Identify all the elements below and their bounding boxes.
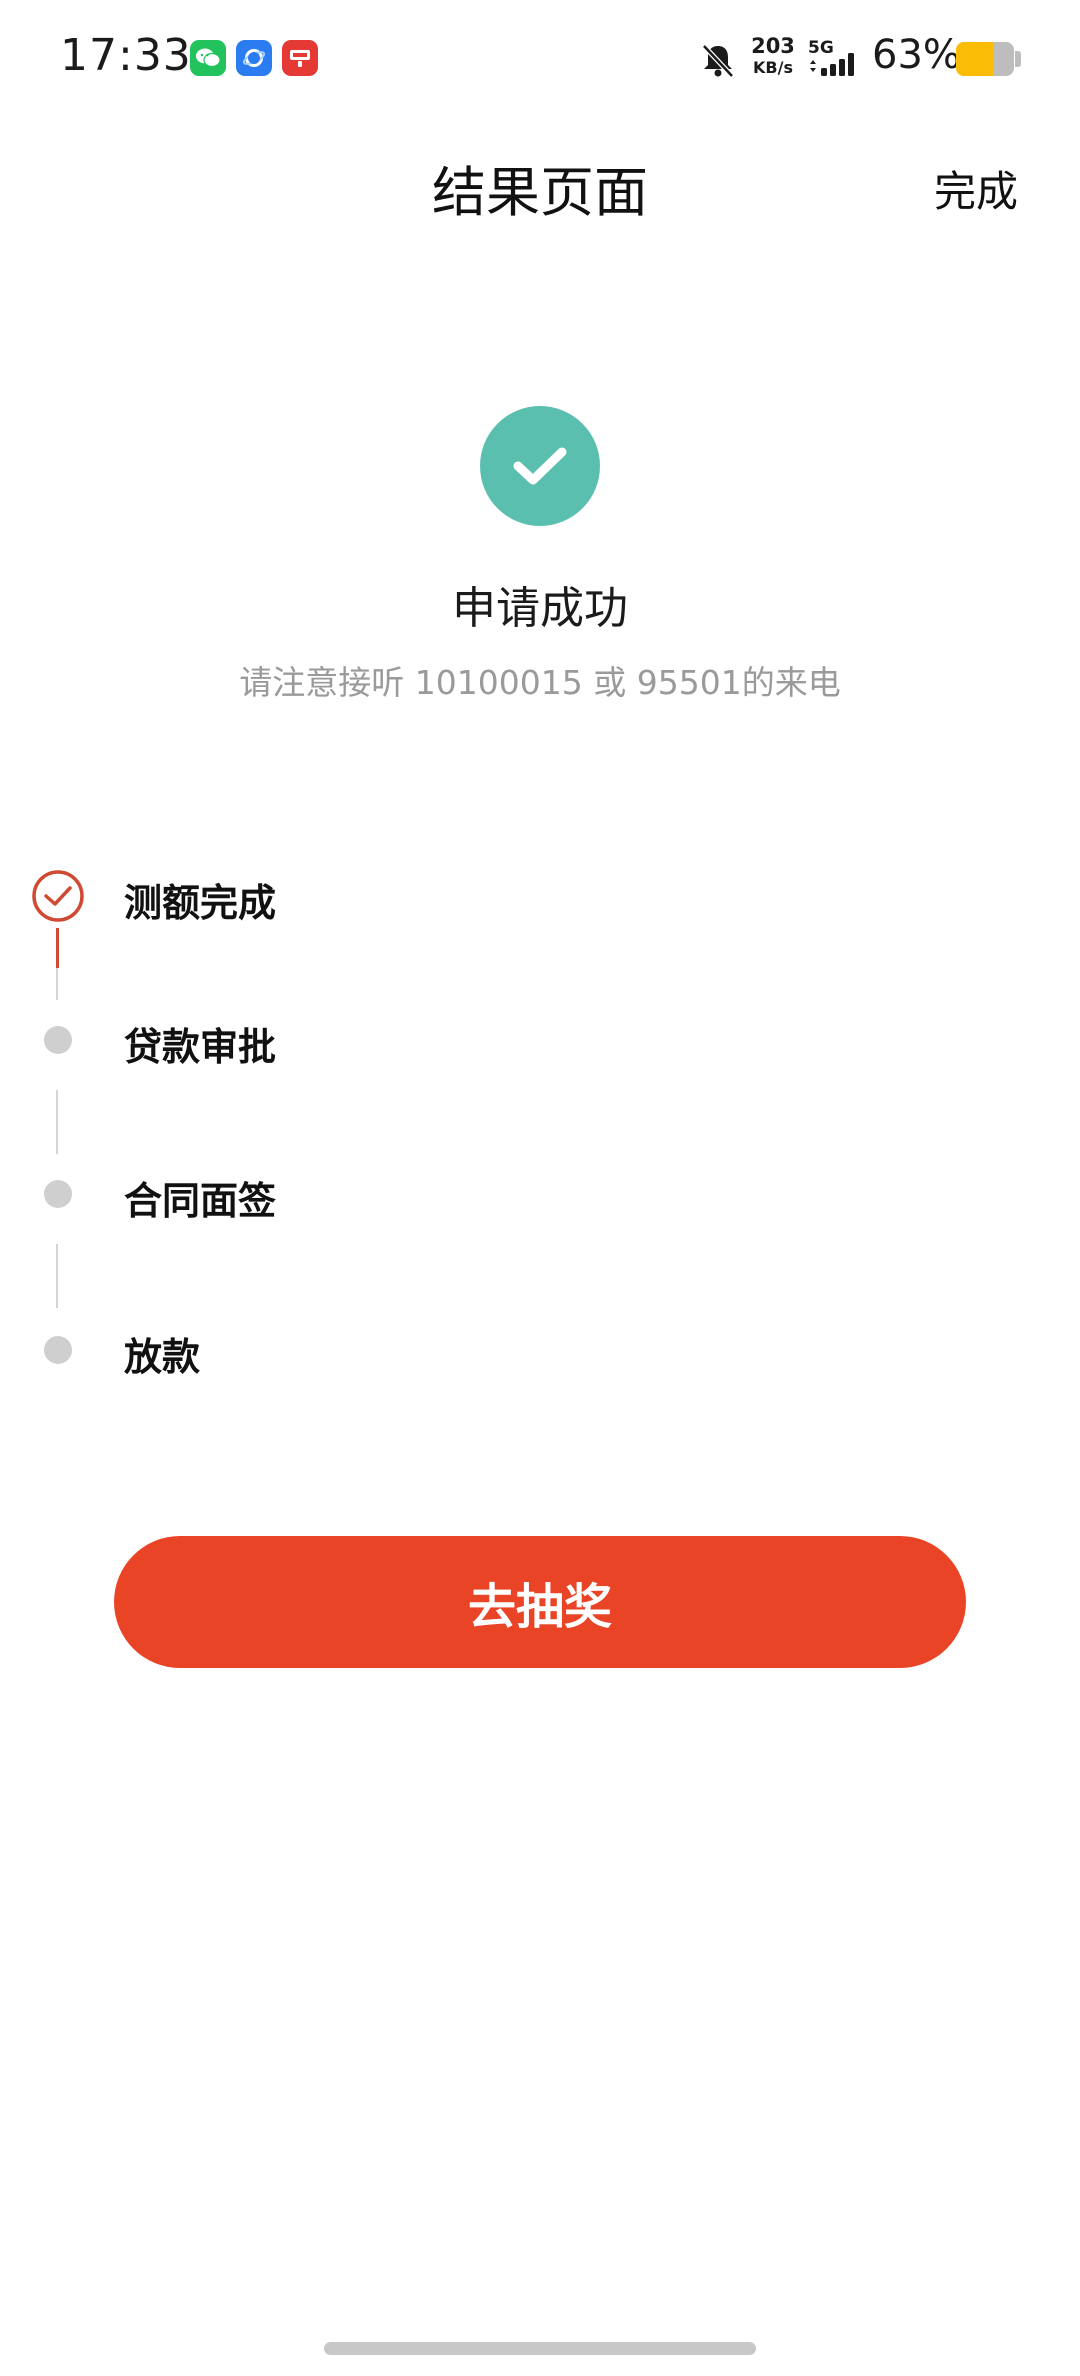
status-time: 17:33 [60, 30, 192, 81]
success-check-icon [480, 406, 600, 526]
result-subtitle: 请注意接听 10100015 或 95501的来电 [239, 663, 841, 702]
step-line-active [56, 928, 59, 968]
step-line [56, 1244, 58, 1308]
signal-5g-icon: 5G [806, 38, 866, 82]
bell-muted-icon [702, 44, 734, 78]
battery-icon [956, 42, 1014, 76]
battery-percentage: 63% [872, 32, 961, 78]
network-speed: 203 KB/s [748, 36, 798, 76]
page-title: 结果页面 [432, 161, 648, 224]
battery-cap [1015, 51, 1021, 67]
home-indicator[interactable] [324, 2342, 756, 2355]
step-label: 贷款审批 [124, 1025, 277, 1069]
step-label: 合同面签 [124, 1179, 277, 1223]
progress-steps: 测额完成 贷款审批 合同面签 放款 [0, 860, 1080, 1420]
battery-level-fill [956, 42, 993, 76]
step-label: 测额完成 [124, 881, 277, 925]
network-speed-value: 203 [751, 34, 795, 58]
browser-icon [236, 40, 272, 76]
step-line [56, 968, 58, 1000]
go-lottery-button[interactable]: 去抽奖 [114, 1536, 966, 1668]
wechat-icon [190, 40, 226, 76]
result-title: 申请成功 [452, 583, 628, 634]
step-label: 放款 [124, 1335, 201, 1379]
step-line [56, 1090, 58, 1154]
alipay-icon [282, 40, 318, 76]
check-icon [513, 447, 567, 485]
status-bar: 17:33 203 KB/s 5G 63% [0, 0, 1080, 118]
done-button[interactable]: 完成 [934, 158, 1018, 219]
network-speed-unit: KB/s [753, 58, 793, 77]
